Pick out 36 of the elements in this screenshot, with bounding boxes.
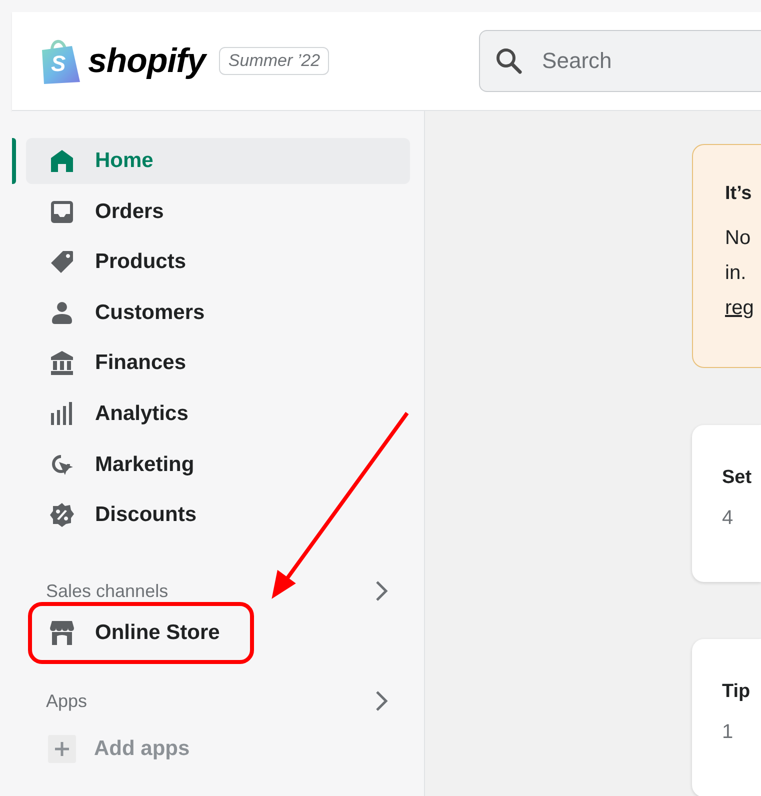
nav-item[interactable]: Orders <box>26 188 410 235</box>
banner-text: in. <box>725 261 748 286</box>
banner-link[interactable]: reg <box>725 291 761 326</box>
nav-item[interactable]: Analytics <box>26 390 410 437</box>
search-field[interactable]: Search <box>479 30 761 92</box>
nav-item[interactable]: Marketing <box>26 442 410 488</box>
active-indicator <box>12 138 16 184</box>
card-title: Set <box>722 466 753 489</box>
card-subtitle: 1 <box>722 721 734 744</box>
bank-icon <box>49 350 75 376</box>
tag-icon <box>49 249 75 276</box>
banner-title: It’s <box>725 183 753 205</box>
inbox-icon <box>49 198 75 225</box>
search-icon <box>495 47 524 75</box>
card-subtitle: 4 <box>722 506 734 530</box>
nav-item[interactable]: Products <box>26 239 410 286</box>
plus-icon <box>48 735 76 764</box>
person-icon <box>49 300 75 326</box>
nav-item[interactable]: Finances <box>26 340 410 386</box>
logo-wordmark: shopify <box>88 42 206 80</box>
bar-chart-icon <box>49 400 75 427</box>
storefront-icon <box>49 620 75 646</box>
home-icon <box>49 148 75 174</box>
nav-item[interactable]: Customers <box>26 290 410 336</box>
edition-badge: Summer ’22 <box>219 47 330 75</box>
nav-item[interactable]: Home <box>26 138 410 184</box>
chevron-right-icon[interactable] <box>375 690 389 712</box>
section-heading: Sales channels <box>46 580 168 602</box>
logo-mark: S <box>51 51 66 77</box>
banner-text: No <box>725 226 752 251</box>
nav-item[interactable]: Online Store <box>36 610 246 656</box>
percent-badge-icon <box>49 502 75 528</box>
chevron-right-icon[interactable] <box>375 580 389 602</box>
section-heading: Apps <box>46 690 88 712</box>
nav-item[interactable]: Discounts <box>26 492 410 538</box>
card-title: Tip <box>722 681 752 704</box>
